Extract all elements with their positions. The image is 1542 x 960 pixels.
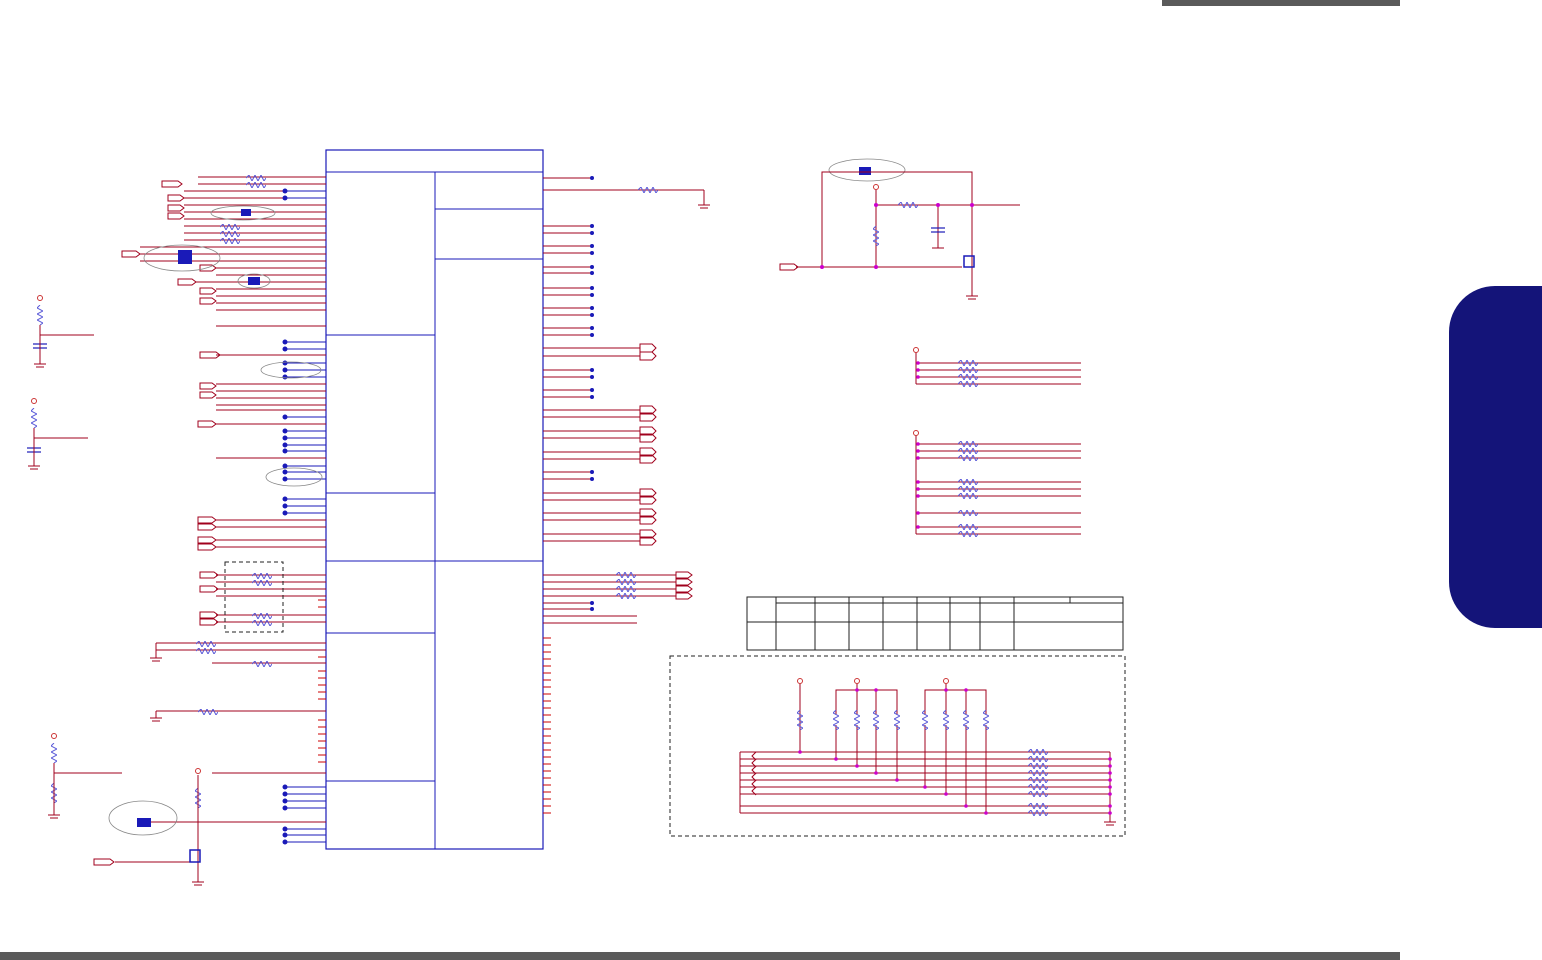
resistor-icon — [31, 175, 272, 808]
net-port-icon — [639, 343, 693, 600]
net-port-icon — [93, 180, 221, 866]
right-signal-wires — [543, 177, 704, 624]
left-junction-dots — [282, 188, 288, 845]
ground-icon — [28, 325, 204, 886]
power-switch-circuit — [779, 158, 1020, 300]
strap-resistor-network — [739, 678, 1116, 826]
ground-icon — [698, 190, 710, 209]
pull-up-resistor-arrays — [913, 347, 1081, 537]
capacitor-icon — [27, 343, 47, 453]
left-signal-wires — [34, 176, 326, 863]
power-rail-icon — [31, 295, 201, 774]
strap-option-table — [746, 596, 1124, 651]
right-junction-dots — [590, 176, 594, 611]
circuit-schematic — [27, 149, 1126, 886]
main-ic — [325, 149, 544, 850]
